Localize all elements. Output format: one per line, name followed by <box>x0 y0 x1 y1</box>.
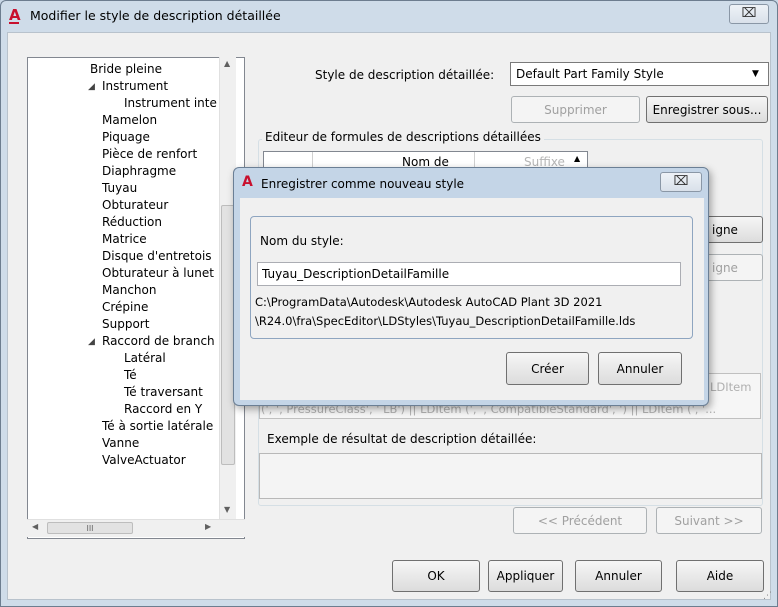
tree-item[interactable]: Support <box>102 316 149 332</box>
tree-item[interactable]: Tuyau <box>102 180 137 196</box>
tree-item[interactable]: Instrument inte <box>124 95 217 111</box>
modal-close-button[interactable]: ⌧ <box>660 172 702 192</box>
tree-item[interactable]: Bride pleine <box>90 61 162 77</box>
style-name-label: Nom du style: <box>260 234 344 248</box>
tree-item[interactable]: Obturateur à lunet <box>102 265 214 281</box>
create-button[interactable]: Créer <box>506 352 589 385</box>
tree-item[interactable]: Crépine <box>102 299 148 315</box>
delete-button[interactable]: Supprimer <box>511 96 640 123</box>
file-path-line: \R24.0\fra\SpecEditor\LDStyles\Tuyau_Des… <box>255 314 636 328</box>
example-output-box <box>259 453 762 499</box>
add-line-button[interactable]: igne <box>701 216 763 243</box>
tree-item[interactable]: Té à sortie latérale <box>102 418 213 434</box>
scroll-thumb[interactable]: III <box>47 522 133 534</box>
close-button[interactable]: ⌧ <box>729 4 769 24</box>
expanded-triangle-icon[interactable]: ◢ <box>88 82 95 92</box>
tree-item[interactable]: Manchon <box>102 282 156 298</box>
remove-line-button[interactable]: igne <box>701 254 763 281</box>
save-as-button[interactable]: Enregistrer sous... <box>646 96 768 123</box>
scroll-down-arrow-icon[interactable]: ▼ <box>224 505 230 514</box>
ok-button[interactable]: OK <box>392 560 480 592</box>
scroll-left-arrow-icon[interactable]: ◀ <box>32 522 38 531</box>
style-dropdown[interactable]: Default Part Family Style ▼ <box>510 62 769 86</box>
scroll-up-arrow-icon[interactable]: ▲ <box>224 59 230 68</box>
main-dialog: A Modifier le style de description détai… <box>0 0 778 607</box>
tree-item[interactable]: Disque d'entretois <box>102 248 212 264</box>
expanded-triangle-icon[interactable]: ◢ <box>88 337 95 347</box>
style-select-label: Style de description détaillée: <box>315 68 495 82</box>
close-icon: ⌧ <box>673 174 689 189</box>
part-family-tree[interactable]: Bride pleine ◢ Instrument Instrument int… <box>27 57 245 539</box>
tree-item[interactable]: Matrice <box>102 231 147 247</box>
style-dropdown-value: Default Part Family Style <box>516 67 664 81</box>
tree-horizontal-scrollbar[interactable]: ◀ III ▶ <box>27 519 245 537</box>
tree-item[interactable]: Latéral <box>124 350 166 366</box>
scroll-right-arrow-icon[interactable]: ▶ <box>205 522 211 531</box>
tree-item[interactable]: Instrument <box>102 78 168 94</box>
autocad-logo-icon: A <box>242 174 253 190</box>
tree-item[interactable]: Raccord en Y <box>124 401 202 417</box>
tree-item[interactable]: Piquage <box>102 129 150 145</box>
tree-item[interactable]: Réduction <box>102 214 162 230</box>
style-name-input[interactable] <box>257 262 681 286</box>
next-button[interactable]: Suivant >> <box>656 507 762 534</box>
tree-item[interactable]: ValveActuator <box>102 452 186 468</box>
chevron-down-icon[interactable]: ▼ <box>752 69 759 79</box>
tree-item[interactable]: Obturateur <box>102 197 168 213</box>
close-icon: ⌧ <box>741 6 757 21</box>
resize-grip-icon[interactable]: ⋰ <box>763 591 772 601</box>
window-title: Modifier le style de description détaill… <box>30 8 281 23</box>
tree-item[interactable]: Té traversant <box>124 384 203 400</box>
cancel-button[interactable]: Annuler <box>575 560 662 592</box>
tree-item[interactable]: Té <box>124 367 137 383</box>
tree-item[interactable]: Vanne <box>102 435 139 451</box>
tree-item[interactable]: Diaphragme <box>102 163 176 179</box>
tree-item[interactable]: Raccord de branch <box>102 333 215 349</box>
save-as-dialog: A Enregistrer comme nouveau style ⌧ Nom … <box>233 167 709 406</box>
tree-item[interactable]: Mamelon <box>102 112 157 128</box>
help-button[interactable]: Aide <box>676 560 764 592</box>
modal-title: Enregistrer comme nouveau style <box>261 177 465 191</box>
previous-button[interactable]: << Précédent <box>513 507 647 534</box>
apply-button[interactable]: Appliquer <box>488 560 563 592</box>
formula-editor-label: Editeur de formules de descriptions déta… <box>262 130 544 144</box>
formula-line: LDItem <box>710 380 752 394</box>
logo-underline <box>9 22 19 24</box>
file-path-line: C:\ProgramData\Autodesk\Autodesk AutoCAD… <box>255 295 603 309</box>
style-name-panel: Nom du style: C:\ProgramData\Autodesk\Au… <box>250 216 693 339</box>
example-label: Exemple de résultat de description détai… <box>267 432 537 446</box>
tree-item[interactable]: Pièce de renfort <box>102 146 197 162</box>
title-bar[interactable]: A Modifier le style de description détai… <box>1 1 777 31</box>
modal-cancel-button[interactable]: Annuler <box>598 352 682 385</box>
scroll-up-arrow-icon[interactable]: ▲ <box>574 154 580 163</box>
